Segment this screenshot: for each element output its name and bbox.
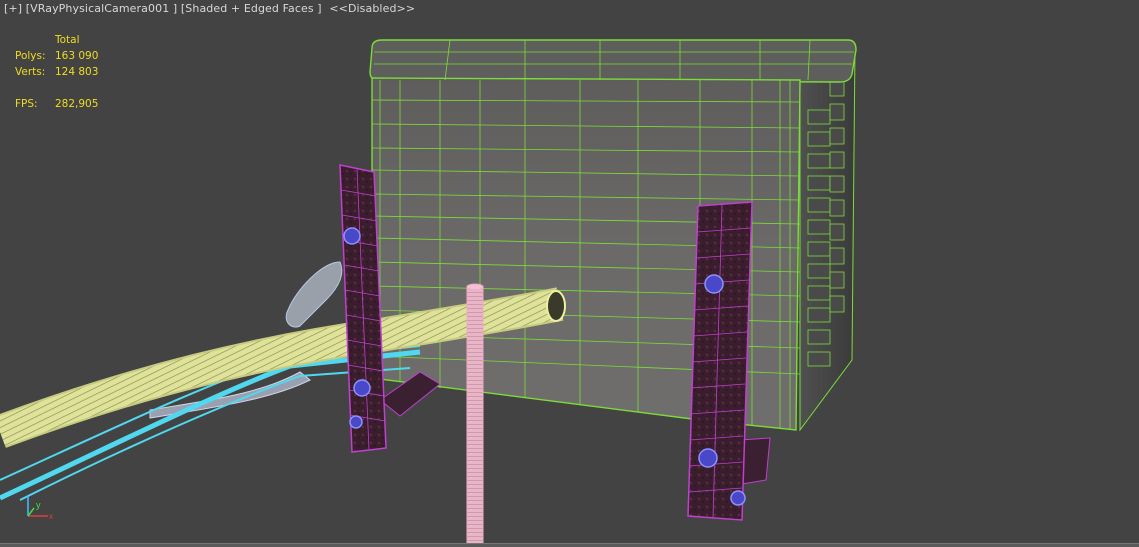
polys-value: 163 090 xyxy=(55,50,99,62)
viewport-status-label[interactable]: <<Disabled>> xyxy=(329,2,415,15)
fps-value: 282,905 xyxy=(55,98,99,110)
3d-viewport[interactable]: x y [+] [VRayPhysicalCamera001 ] [Shaded… xyxy=(0,0,1139,547)
axis-gizmo: x y xyxy=(27,496,53,521)
bolt-icon xyxy=(704,274,724,294)
drain-pipe xyxy=(466,283,484,547)
polys-label: Polys: xyxy=(15,50,46,62)
ac-top-face xyxy=(369,39,857,83)
viewport-scene[interactable]: x y xyxy=(0,0,1139,547)
viewport-bottom-edge xyxy=(0,543,1139,547)
bolt-icon xyxy=(353,379,371,397)
axis-x-label: x xyxy=(49,512,53,521)
ac-side-face xyxy=(799,44,856,432)
fps-label: FPS: xyxy=(15,98,38,110)
bolt-icon xyxy=(349,415,363,429)
axis-y-label: y xyxy=(36,500,41,510)
verts-label: Verts: xyxy=(15,66,46,78)
stats-header: Total xyxy=(55,34,80,46)
bolt-icon xyxy=(730,490,746,506)
ac-unit[interactable] xyxy=(369,39,857,432)
viewport-shading-button[interactable]: [Shaded + Edged Faces ] xyxy=(181,2,322,15)
viewport-menu-button[interactable]: [+] xyxy=(4,2,22,15)
bolt-icon xyxy=(698,448,718,468)
bracket-right[interactable] xyxy=(687,201,753,521)
viewport-camera-button[interactable]: [VRayPhysicalCamera001 ] xyxy=(26,2,178,15)
viewport-label: [+] [VRayPhysicalCamera001 ] [Shaded + E… xyxy=(4,2,415,15)
verts-value: 124 803 xyxy=(55,66,99,78)
grey-hose xyxy=(285,261,343,328)
bolt-icon xyxy=(343,227,361,245)
